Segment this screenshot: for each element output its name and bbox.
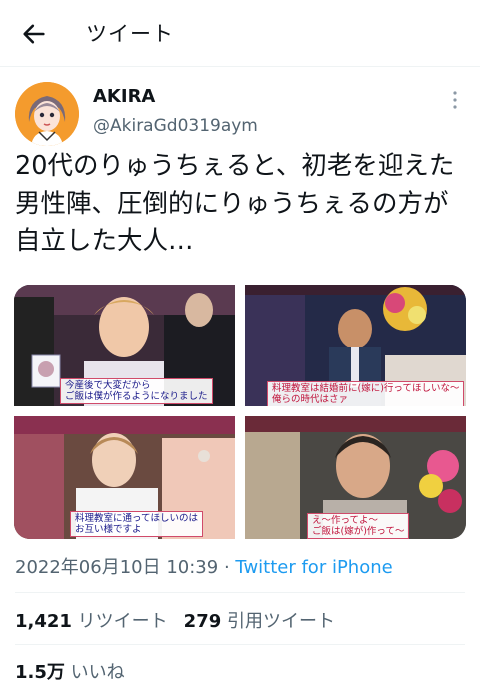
media-image-3[interactable]: 料理教室に通ってほしいのは お互い様ですよ xyxy=(14,416,235,539)
likes-stats[interactable]: 1.5万 いいね xyxy=(15,658,125,684)
quotes-count: 279 xyxy=(183,611,222,632)
caption-line: ご飯は(嫁が)作って～ xyxy=(312,526,405,537)
likes-count: 1.5万 xyxy=(15,662,65,683)
caption-line: え～作ってよ～ xyxy=(312,515,379,526)
caption-line: 料理教室に通ってほしいのは xyxy=(75,513,199,524)
media-image-4[interactable]: え～作ってよ～ ご飯は(嫁が)作って～ xyxy=(245,416,466,539)
divider xyxy=(15,592,465,593)
source-link[interactable]: Twitter for iPhone xyxy=(235,557,392,578)
retweet-stats: 1,421 リツイート 279 引用ツイート xyxy=(15,607,335,633)
tweet-text: 20代のりゅうちぇると、初老を迎えた男性陣、圧倒的にりゅうちぇるの方が自立した大… xyxy=(15,151,455,256)
caption-line: お互い様ですよ xyxy=(75,524,142,535)
caption-line: 俺らの時代はさァ xyxy=(272,394,349,405)
caption-line: ご飯は僕が作るようになりました xyxy=(65,391,208,402)
media-caption: 今産後で大変だから ご飯は僕が作るようになりました xyxy=(60,378,213,404)
page-title: ツイート xyxy=(86,22,174,46)
likes-label: いいね xyxy=(70,662,125,683)
author-handle[interactable]: @AkiraGd0319aym xyxy=(93,116,258,136)
media-caption: え～作ってよ～ ご飯は(嫁が)作って～ xyxy=(307,513,410,539)
retweets-count: 1,421 xyxy=(15,611,72,632)
retweets-label: リツイート xyxy=(77,611,168,632)
quotes-label: 引用ツイート xyxy=(226,611,335,632)
quotes-link[interactable]: 279 引用ツイート xyxy=(184,611,335,632)
divider xyxy=(15,644,465,645)
top-bar: ツイート xyxy=(0,0,480,67)
caption-line: 料理教室は結婚前に(嫁に)行ってほしいな～ xyxy=(272,383,460,394)
timestamp[interactable]: 2022年06月10日 10:39 xyxy=(15,557,218,578)
media-caption: 料理教室に通ってほしいのは お互い様ですよ xyxy=(70,511,204,537)
caption-line: 今産後で大変だから xyxy=(65,380,151,391)
retweets-link[interactable]: 1,421 リツイート xyxy=(15,611,168,632)
back-arrow-icon[interactable] xyxy=(20,20,48,48)
avatar[interactable] xyxy=(15,82,79,146)
tweet-meta: 2022年06月10日 10:39 · Twitter for iPhone xyxy=(15,553,393,579)
more-options-icon[interactable] xyxy=(449,90,461,110)
author-name[interactable]: AKIRA xyxy=(93,86,155,107)
meta-separator: · xyxy=(223,557,230,578)
media-image-1[interactable]: 今産後で大変だから ご飯は僕が作るようになりました xyxy=(14,285,235,406)
media-image-2[interactable]: 料理教室は結婚前に(嫁に)行ってほしいな～ 俺らの時代はさァ xyxy=(245,285,466,406)
media-grid: 今産後で大変だから ご飯は僕が作るようになりました 料理教室は結婚前に(嫁に)行… xyxy=(14,285,466,539)
media-caption: 料理教室は結婚前に(嫁に)行ってほしいな～ 俺らの時代はさァ xyxy=(267,381,465,406)
